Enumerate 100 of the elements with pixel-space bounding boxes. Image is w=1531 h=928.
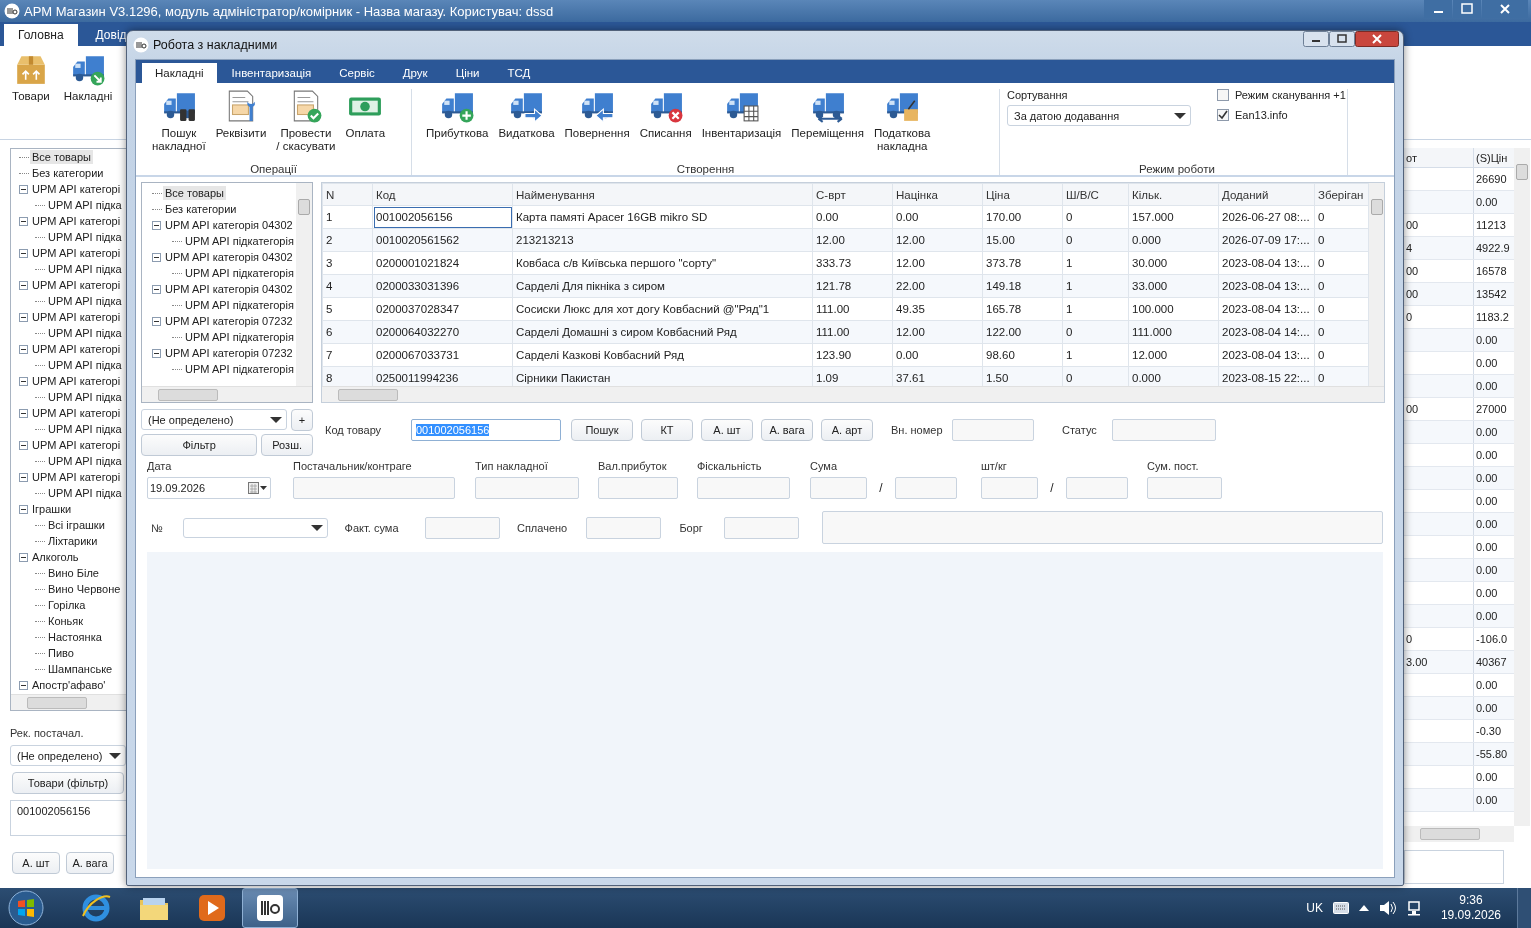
- ribbon-button[interactable]: Прибуткова: [422, 89, 493, 153]
- tree-item[interactable]: Всі іграшки: [46, 518, 107, 532]
- input-field[interactable]: [424, 516, 500, 539]
- input-field[interactable]: [1066, 477, 1128, 499]
- tree-item[interactable]: UPM API категорі: [30, 470, 123, 484]
- input-field[interactable]: [1147, 477, 1222, 499]
- expand-icon[interactable]: [152, 284, 161, 294]
- tree-item[interactable]: Вино Біле: [46, 566, 101, 580]
- tree-item[interactable]: UPM API підка: [46, 326, 124, 340]
- expand-icon[interactable]: [19, 408, 28, 418]
- input-field[interactable]: [697, 477, 790, 499]
- ribbon-button[interactable]: Повернення: [560, 89, 634, 153]
- tab[interactable]: Накладні: [142, 63, 217, 83]
- checkbox[interactable]: Ean13.info: [1217, 109, 1346, 121]
- tree-item[interactable]: Все товары: [163, 186, 226, 200]
- tree-item[interactable]: Пиво: [46, 646, 76, 660]
- column-header[interactable]: Зберіган: [1314, 183, 1369, 206]
- tree-item[interactable]: UPM API підка: [46, 454, 124, 468]
- column-header[interactable]: Ціна: [982, 183, 1063, 206]
- tree-item[interactable]: UPM API підка: [46, 230, 124, 244]
- taskbar-button[interactable]: [242, 888, 298, 928]
- tree-item[interactable]: UPM API категорі: [30, 182, 123, 196]
- column-header[interactable]: Ш/В/С: [1062, 183, 1129, 206]
- ribbon-button[interactable]: Накладні: [59, 52, 117, 133]
- sort-dropdown[interactable]: За датою додавання: [1007, 105, 1191, 126]
- tree-item[interactable]: UPM API підка: [46, 358, 124, 372]
- expand-icon[interactable]: [19, 472, 28, 482]
- tree-item[interactable]: UPM API підка: [46, 198, 124, 212]
- ribbon-button[interactable]: Видаткова: [494, 89, 559, 153]
- tab[interactable]: Ціни: [442, 63, 493, 83]
- input-field[interactable]: [810, 477, 867, 499]
- input-field[interactable]: [586, 516, 662, 539]
- tree-item[interactable]: UPM API категорі: [30, 406, 123, 420]
- tree-item[interactable]: Апостр'афаво': [30, 678, 108, 692]
- column-header[interactable]: Кільк.: [1128, 183, 1219, 206]
- date-field[interactable]: 19.09.2026: [147, 477, 271, 499]
- expand-icon[interactable]: [152, 252, 161, 262]
- expand-icon[interactable]: [19, 552, 28, 562]
- tree-item[interactable]: UPM API підка: [46, 390, 124, 404]
- maximize-button[interactable]: [1453, 0, 1481, 18]
- tree-item[interactable]: UPM API підка: [46, 486, 124, 500]
- expand-icon[interactable]: [19, 216, 28, 226]
- checkbox[interactable]: Режим сканування +1: [1217, 89, 1346, 101]
- dropdown[interactable]: (Не определено): [10, 745, 126, 766]
- minimize-button[interactable]: [1303, 31, 1329, 47]
- button[interactable]: А. шт: [701, 419, 753, 441]
- language-indicator[interactable]: UK: [1306, 901, 1323, 915]
- calendar-icon[interactable]: [248, 482, 268, 494]
- close-button[interactable]: [1355, 31, 1399, 47]
- expand-icon[interactable]: [19, 184, 28, 194]
- tree-item[interactable]: UPM API підкатегорія: [183, 298, 296, 312]
- input-field[interactable]: [952, 419, 1034, 441]
- tab[interactable]: ТСД: [494, 63, 544, 83]
- tab[interactable]: Інвентаризація: [218, 63, 325, 83]
- tree-item[interactable]: UPM API категорі: [30, 438, 123, 452]
- button[interactable]: А. вага: [761, 419, 813, 441]
- filter-button[interactable]: Фільтр: [141, 434, 258, 456]
- tree-item[interactable]: Коньяк: [46, 614, 86, 628]
- minimize-button[interactable]: [1424, 0, 1452, 18]
- expand-icon[interactable]: [19, 344, 28, 354]
- tree-item[interactable]: UPM API підкатегорія: [183, 266, 296, 280]
- column-header[interactable]: N: [322, 183, 373, 206]
- input-field[interactable]: [293, 477, 455, 499]
- maximize-button[interactable]: [1329, 31, 1355, 47]
- input-field[interactable]: [1112, 419, 1216, 441]
- expand-icon[interactable]: [19, 248, 28, 258]
- filter-button[interactable]: Товари (фільтр): [12, 772, 124, 794]
- tree-item[interactable]: UPM API категорі: [30, 342, 123, 356]
- tree-item[interactable]: UPM API категорі: [30, 214, 123, 228]
- ribbon-button[interactable]: Переміщення: [787, 89, 868, 153]
- tree-item[interactable]: Шампанське: [46, 662, 115, 676]
- tree-item[interactable]: UPM API категорія 04302: [163, 282, 295, 296]
- expand-icon[interactable]: [152, 348, 161, 358]
- input-field[interactable]: [598, 477, 678, 499]
- tree-item[interactable]: Горілка: [46, 598, 88, 612]
- expand-icon[interactable]: [19, 312, 28, 322]
- tab[interactable]: Друк: [389, 63, 441, 83]
- ribbon-button[interactable]: Пошук накладної: [148, 89, 210, 153]
- expand-icon[interactable]: [19, 440, 28, 450]
- tree-item[interactable]: UPM API категорі: [30, 374, 123, 388]
- button[interactable]: Розш.: [261, 434, 313, 456]
- dropdown[interactable]: (Не определено): [141, 409, 287, 430]
- tree-item[interactable]: UPM API підкатегорія: [183, 362, 296, 376]
- ribbon-button[interactable]: Реквізити: [211, 89, 271, 153]
- ribbon-button[interactable]: Списання: [635, 89, 696, 153]
- tree-item[interactable]: UPM API категорія 07232: [163, 314, 295, 328]
- expand-icon[interactable]: [19, 280, 28, 290]
- column-header[interactable]: Націнка: [892, 183, 983, 206]
- button[interactable]: А. шт: [12, 852, 60, 874]
- keyboard-icon[interactable]: [1332, 902, 1349, 914]
- tree-item[interactable]: Без категории: [30, 166, 106, 180]
- tree-item[interactable]: Настоянка: [46, 630, 104, 644]
- expand-icon[interactable]: [19, 504, 28, 514]
- input-field[interactable]: [475, 477, 579, 499]
- up-arrow-icon[interactable]: [1358, 904, 1369, 912]
- column-header[interactable]: Доданий: [1218, 183, 1315, 206]
- button[interactable]: А. арт: [821, 419, 873, 441]
- expand-icon[interactable]: [152, 220, 161, 230]
- tree-item[interactable]: Все товары: [30, 150, 93, 164]
- tree-item[interactable]: UPM API категорі: [30, 310, 123, 324]
